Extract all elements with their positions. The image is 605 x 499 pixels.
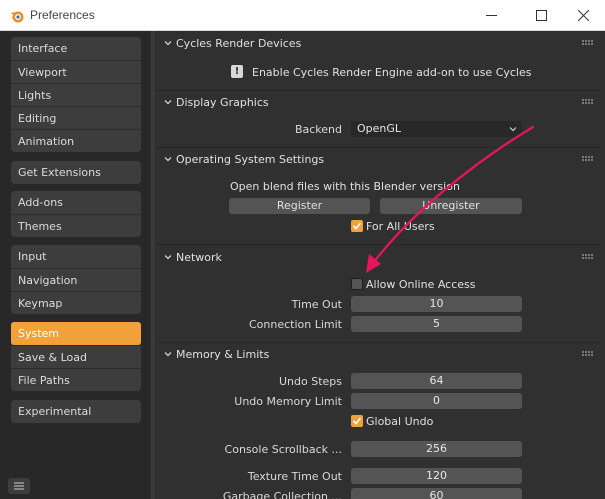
chevron-down-icon xyxy=(164,41,172,46)
sidebar-group-addons: Add-ons Themes xyxy=(11,191,141,237)
chevron-down-icon xyxy=(164,255,172,260)
section-header-os-settings[interactable]: Operating System Settings xyxy=(162,150,324,168)
backend-label: Backend xyxy=(294,123,342,136)
timeout-field[interactable]: 10 xyxy=(351,296,522,312)
info-icon: ! xyxy=(231,65,243,78)
section-header-network[interactable]: Network xyxy=(162,248,222,266)
divider xyxy=(154,342,600,343)
minimize-button[interactable] xyxy=(468,0,514,31)
sidebar-item-experimental[interactable]: Experimental xyxy=(11,400,141,423)
sidebar-item-get-extensions[interactable]: Get Extensions xyxy=(11,161,141,184)
sidebar: Interface Viewport Lights Editing Animat… xyxy=(0,31,150,499)
drag-grip-icon[interactable] xyxy=(582,40,594,46)
sidebar-item-save-load[interactable]: Save & Load xyxy=(11,345,141,368)
section-header-memory-limits[interactable]: Memory & Limits xyxy=(162,345,269,363)
section-header-display-graphics[interactable]: Display Graphics xyxy=(162,93,269,111)
for-all-users-checkbox[interactable]: For All Users xyxy=(351,219,435,233)
sidebar-group-input: Input Navigation Keymap xyxy=(11,245,141,314)
checkbox-checked-icon xyxy=(351,220,363,232)
minimize-icon xyxy=(485,15,497,16)
os-description: Open blend files with this Blender versi… xyxy=(230,180,460,193)
sidebar-item-input[interactable]: Input xyxy=(11,245,141,268)
hamburger-menu-icon[interactable] xyxy=(8,478,30,494)
sidebar-item-viewport[interactable]: Viewport xyxy=(11,60,141,83)
allow-online-access-label: Allow Online Access xyxy=(366,277,476,291)
main-scrollbar[interactable] xyxy=(151,31,155,499)
sidebar-group-system: System Save & Load File Paths xyxy=(11,322,141,391)
drag-grip-icon[interactable] xyxy=(582,156,594,162)
sidebar-item-file-paths[interactable]: File Paths xyxy=(11,368,141,391)
checkbox-unchecked-icon xyxy=(351,278,363,290)
undo-steps-field[interactable]: 64 xyxy=(351,373,522,389)
divider xyxy=(154,244,600,245)
garbage-collection-label: Garbage Collection ... xyxy=(222,490,342,499)
drag-grip-icon[interactable] xyxy=(582,99,594,105)
section-title: Network xyxy=(176,250,222,264)
section-title: Memory & Limits xyxy=(176,347,270,361)
close-button[interactable] xyxy=(560,0,605,31)
unregister-button[interactable]: Unregister xyxy=(380,198,522,214)
sidebar-item-animation[interactable]: Animation xyxy=(11,129,141,152)
sidebar-item-system[interactable]: System xyxy=(11,322,141,345)
section-title: Cycles Render Devices xyxy=(176,36,302,50)
console-scrollback-label: Console Scrollback ... xyxy=(224,443,342,456)
maximize-icon xyxy=(535,10,547,21)
sidebar-group-extensions: Get Extensions xyxy=(11,161,141,184)
chevron-down-icon xyxy=(509,127,517,132)
sidebar-item-addons[interactable]: Add-ons xyxy=(11,191,141,214)
texture-timeout-label: Texture Time Out xyxy=(247,470,342,483)
console-scrollback-field[interactable]: 256 xyxy=(351,441,522,457)
sidebar-group-general: Interface Viewport Lights Editing Animat… xyxy=(11,37,141,152)
drag-grip-icon[interactable] xyxy=(582,351,594,357)
sidebar-item-editing[interactable]: Editing xyxy=(11,106,141,129)
maximize-button[interactable] xyxy=(518,0,564,31)
backend-dropdown[interactable]: OpenGL xyxy=(351,121,522,137)
section-title: Operating System Settings xyxy=(176,152,325,166)
divider xyxy=(154,90,600,91)
chevron-down-icon xyxy=(164,157,172,162)
connection-limit-field[interactable]: 5 xyxy=(351,316,522,332)
section-title: Display Graphics xyxy=(176,95,269,109)
close-icon xyxy=(577,10,589,21)
window-title: Preferences xyxy=(30,8,95,22)
sidebar-group-experimental: Experimental xyxy=(11,400,141,423)
divider xyxy=(154,147,600,148)
undo-memory-limit-label: Undo Memory Limit xyxy=(234,395,342,408)
connection-limit-label: Connection Limit xyxy=(248,318,342,331)
sidebar-item-themes[interactable]: Themes xyxy=(11,214,141,237)
chevron-down-icon xyxy=(164,100,172,105)
section-header-cycles[interactable]: Cycles Render Devices xyxy=(162,34,301,52)
preferences-main-panel: Cycles Render Devices ! Enable Cycles Re… xyxy=(150,31,605,499)
texture-timeout-field[interactable]: 120 xyxy=(351,468,522,484)
timeout-label: Time Out xyxy=(291,298,342,311)
garbage-collection-field[interactable]: 60 xyxy=(351,488,522,499)
undo-steps-label: Undo Steps xyxy=(278,375,342,388)
sidebar-item-keymap[interactable]: Keymap xyxy=(11,291,141,314)
blender-logo-icon xyxy=(10,11,24,23)
chevron-down-icon xyxy=(164,352,172,357)
cycles-message: Enable Cycles Render Engine add-on to us… xyxy=(252,66,532,79)
global-undo-checkbox[interactable]: Global Undo xyxy=(351,414,433,428)
checkbox-checked-icon xyxy=(351,415,363,427)
sidebar-item-lights[interactable]: Lights xyxy=(11,83,141,106)
undo-memory-limit-field[interactable]: 0 xyxy=(351,393,522,409)
backend-value: OpenGL xyxy=(357,122,402,135)
global-undo-label: Global Undo xyxy=(366,414,434,428)
for-all-users-label: For All Users xyxy=(366,219,435,233)
sidebar-item-navigation[interactable]: Navigation xyxy=(11,268,141,291)
sidebar-item-interface[interactable]: Interface xyxy=(11,37,141,60)
title-bar: Preferences xyxy=(0,0,605,31)
drag-grip-icon[interactable] xyxy=(582,254,594,260)
allow-online-access-checkbox[interactable]: Allow Online Access xyxy=(351,277,476,291)
register-button[interactable]: Register xyxy=(229,198,370,214)
